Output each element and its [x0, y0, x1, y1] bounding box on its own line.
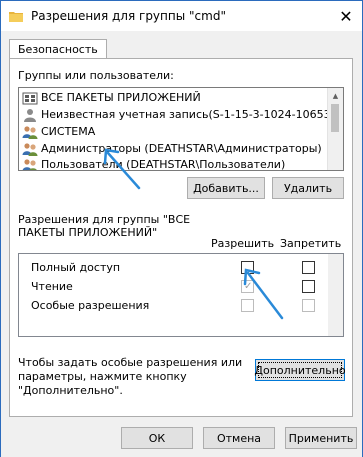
hint-line2: параметры, нажмите кнопку — [18, 370, 187, 383]
groups-listbox[interactable]: ВСЕ ПАКЕТЫ ПРИЛОЖЕНИЙ Неизвестная учетна… — [18, 87, 344, 171]
users-group-icon — [22, 142, 38, 156]
title-bar: Разрешения для группы "cmd" ✕ — [1, 1, 362, 31]
checkmark-icon: ✓ — [244, 281, 253, 292]
list-item-label: ВСЕ ПАКЕТЫ ПРИЛОЖЕНИЙ — [41, 91, 201, 104]
groups-label: Группы или пользователи: — [18, 69, 174, 82]
users-group-icon — [22, 158, 38, 170]
permission-name: Чтение — [31, 280, 73, 293]
dialog-footer: ОК Отмена Применить — [1, 417, 362, 457]
unknown-account-icon — [24, 108, 36, 122]
scroll-up-icon[interactable]: ▲ — [328, 88, 343, 103]
users-group-icon — [22, 125, 38, 139]
scrollbar-corner — [328, 155, 343, 170]
apply-button[interactable]: Применить — [285, 427, 357, 449]
hint-line3: "Дополнительно". — [18, 384, 123, 397]
hint-line1: Чтобы задать особые разрешения или — [18, 356, 243, 369]
permissions-label-line1: Разрешения для группы "ВСЕ — [18, 213, 191, 226]
permission-row: Полный доступ — [19, 258, 343, 277]
deny-column-header: Запретить — [280, 237, 342, 250]
permission-name: Полный доступ — [31, 261, 121, 274]
folder-icon — [9, 12, 23, 22]
deny-checkbox[interactable] — [302, 280, 315, 293]
list-item[interactable]: ВСЕ ПАКЕТЫ ПРИЛОЖЕНИЙ — [22, 89, 201, 106]
list-item[interactable]: Администраторы (DEATHSTAR\Администраторы… — [22, 140, 322, 157]
permissions-label-line2: ПАКЕТЫ ПРИЛОЖЕНИЙ" — [18, 226, 158, 239]
close-icon: ✕ — [339, 6, 353, 26]
app-packages-icon — [22, 92, 38, 104]
list-item[interactable]: СИСТЕМА — [22, 123, 95, 140]
allow-checkbox[interactable] — [241, 299, 254, 312]
groups-list: ВСЕ ПАКЕТЫ ПРИЛОЖЕНИЙ Неизвестная учетна… — [19, 88, 328, 170]
add-button[interactable]: Добавить... — [187, 177, 265, 199]
close-button[interactable]: ✕ — [334, 5, 358, 27]
list-item-label: Неизвестная учетная запись(S-1-15-3-1024… — [41, 108, 328, 121]
permissions-table: Полный доступ Чтение ✓ Особые разрешения — [18, 253, 344, 337]
permission-row: Особые разрешения — [19, 296, 343, 315]
permissions-dialog: Разрешения для группы "cmd" ✕ Безопаснос… — [0, 0, 363, 457]
permission-name: Особые разрешения — [31, 299, 150, 312]
scroll-thumb[interactable] — [331, 104, 339, 132]
advanced-button[interactable]: Дополнительно — [254, 359, 346, 381]
ok-button[interactable]: ОК — [121, 427, 193, 449]
cancel-button[interactable]: Отмена — [203, 427, 275, 449]
security-panel: Группы или пользователи: ВСЕ ПАКЕТЫ ПРИЛ… — [9, 58, 353, 417]
allow-checkbox[interactable]: ✓ — [241, 280, 254, 293]
list-item-label: Пользователи (DEATHSTAR\Пользователи) — [41, 158, 286, 170]
tab-strip: Безопасность — [1, 31, 362, 61]
allow-column-header: Разрешить — [211, 237, 275, 250]
deny-checkbox[interactable] — [302, 261, 315, 274]
list-item-label: Администраторы (DEATHSTAR\Администраторы… — [41, 142, 322, 155]
window-title: Разрешения для группы "cmd" — [31, 9, 226, 23]
deny-checkbox[interactable] — [302, 299, 315, 312]
allow-checkbox[interactable] — [241, 261, 254, 274]
remove-button[interactable]: Удалить — [272, 177, 344, 199]
permission-row: Чтение ✓ — [19, 277, 343, 296]
list-item[interactable]: Неизвестная учетная запись(S-1-15-3-1024… — [22, 106, 328, 123]
list-item-label: СИСТЕМА — [41, 125, 96, 138]
permissions-scrollbar[interactable] — [328, 254, 343, 336]
list-item[interactable]: Пользователи (DEATHSTAR\Пользователи) — [22, 156, 285, 170]
